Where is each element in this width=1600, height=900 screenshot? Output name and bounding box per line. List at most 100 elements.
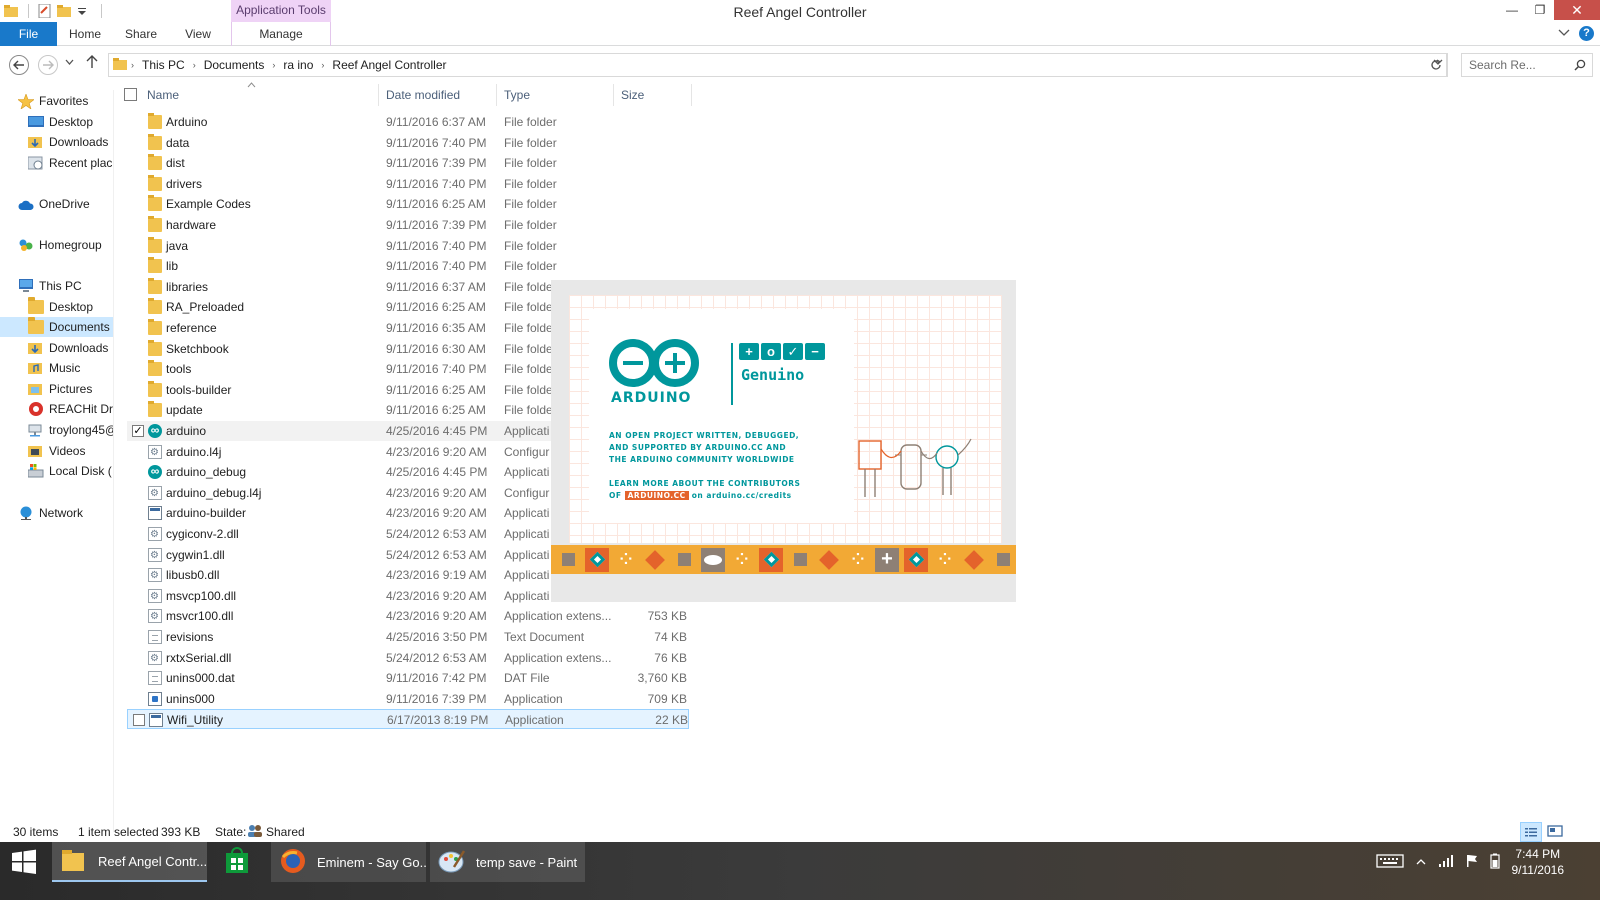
file-date-modified: 9/11/2016 6:25 AM bbox=[386, 300, 486, 315]
show-hidden-icons-chevron-icon[interactable] bbox=[1416, 855, 1426, 869]
nav-pc-troylong[interactable]: troylong45@ bbox=[28, 420, 113, 440]
back-button[interactable] bbox=[9, 55, 29, 75]
file-date-modified: 9/11/2016 6:30 AM bbox=[386, 341, 486, 356]
refresh-button[interactable] bbox=[1425, 53, 1447, 77]
installer-icon bbox=[148, 691, 162, 706]
nav-fav-downloads[interactable]: Downloads bbox=[28, 132, 108, 152]
column-header-name[interactable]: Name bbox=[140, 84, 379, 106]
nav-onedrive[interactable]: OneDrive bbox=[18, 194, 90, 214]
file-row[interactable]: unins000 9/11/2016 7:39 PM Application 709 … bbox=[127, 689, 689, 709]
file-name: arduino bbox=[166, 424, 207, 438]
file-name: drivers bbox=[166, 176, 203, 191]
nav-favorites[interactable]: Favorites bbox=[17, 91, 88, 111]
breadcrumb-chevron-icon[interactable]: › bbox=[131, 60, 134, 70]
nav-pc-documents[interactable]: Documents bbox=[0, 317, 113, 337]
forward-button[interactable] bbox=[38, 55, 58, 75]
search-input[interactable]: Search Re... bbox=[1461, 53, 1593, 77]
breadcrumb-chevron-icon[interactable]: › bbox=[193, 60, 196, 70]
address-bar[interactable]: › This PC › Documents › ra ino › Reef An… bbox=[108, 53, 1448, 77]
file-date-modified: 4/23/2016 9:20 AM bbox=[386, 444, 487, 459]
wifi-signal-icon[interactable] bbox=[1438, 854, 1454, 871]
row-checkbox[interactable] bbox=[133, 714, 145, 727]
file-row[interactable]: Example Codes 9/11/2016 6:25 AM File folde… bbox=[127, 194, 689, 214]
file-row[interactable]: revisions 4/25/2016 3:50 PM Text Document 7… bbox=[127, 627, 689, 647]
breadcrumb-chevron-icon[interactable]: › bbox=[272, 60, 275, 70]
file-row[interactable]: msvcr100.dll 4/23/2016 9:20 AM Application… bbox=[127, 606, 689, 627]
file-row[interactable]: dist 9/11/2016 7:39 PM File folder bbox=[127, 153, 689, 173]
nav-pc-videos[interactable]: Videos bbox=[28, 441, 85, 461]
nav-network[interactable]: Network bbox=[18, 503, 83, 523]
row-checkbox[interactable]: ✓ bbox=[132, 425, 144, 437]
nav-this-pc[interactable]: This PC bbox=[18, 276, 82, 296]
nav-pc-downloads[interactable]: Downloads bbox=[28, 338, 108, 358]
nav-pc-desktop[interactable]: Desktop bbox=[28, 297, 93, 317]
clock[interactable]: 7:44 PM 9/11/2016 bbox=[1512, 846, 1565, 878]
column-header-size[interactable]: Size bbox=[614, 84, 692, 106]
folder-icon[interactable] bbox=[4, 4, 20, 18]
tab-file[interactable]: File bbox=[0, 22, 57, 46]
nav-homegroup[interactable]: Homegroup bbox=[18, 235, 102, 255]
tab-view[interactable]: View bbox=[169, 22, 227, 46]
file-row[interactable]: unins000.dat 9/11/2016 7:42 PM DAT File 3,7… bbox=[127, 668, 689, 688]
search-icon[interactable] bbox=[1574, 59, 1586, 71]
tab-manage[interactable]: Manage bbox=[231, 22, 331, 46]
nav-fav-recent[interactable]: Recent plac bbox=[27, 153, 112, 173]
breadcrumb-ra-ino[interactable]: ra ino bbox=[283, 58, 313, 72]
up-button[interactable] bbox=[86, 55, 98, 73]
desktop-icon bbox=[28, 115, 44, 129]
document-icon bbox=[148, 671, 162, 686]
close-button[interactable]: ✕ bbox=[1554, 0, 1600, 20]
details-view-button[interactable] bbox=[1520, 822, 1542, 842]
expand-ribbon-chevron-icon[interactable] bbox=[1558, 26, 1570, 40]
start-button[interactable] bbox=[0, 842, 48, 882]
new-folder-icon[interactable] bbox=[57, 4, 73, 18]
file-row[interactable]: java 9/11/2016 7:40 PM File folder bbox=[127, 236, 689, 256]
file-row[interactable]: lib 9/11/2016 7:40 PM File folder bbox=[127, 256, 689, 276]
folder-icon bbox=[148, 319, 162, 335]
battery-icon[interactable] bbox=[1489, 853, 1500, 872]
customize-toolbar-icon[interactable] bbox=[77, 4, 93, 18]
taskbar-file-explorer[interactable]: Reef Angel Contr... bbox=[52, 842, 207, 882]
taskbar-paint[interactable]: temp save - Paint bbox=[430, 842, 585, 882]
file-name: arduino_debug.l4j bbox=[166, 485, 262, 500]
folder-icon bbox=[113, 57, 129, 74]
file-row[interactable]: Wifi_Utility 6/17/2013 8:19 PM Application… bbox=[127, 709, 689, 730]
breadcrumb-chevron-icon[interactable]: › bbox=[321, 60, 324, 70]
breadcrumb-reef-angel-controller[interactable]: Reef Angel Controller bbox=[332, 58, 446, 72]
help-icon[interactable]: ? bbox=[1579, 26, 1594, 41]
pattern-plus-icon: + bbox=[875, 547, 899, 572]
application-icon bbox=[148, 506, 162, 521]
breadcrumb-this-pc[interactable]: This PC bbox=[142, 58, 185, 72]
file-date-modified: 5/24/2012 6:53 AM bbox=[386, 547, 487, 562]
file-row[interactable]: rxtxSerial.dll 5/24/2012 6:53 AM Applicati… bbox=[127, 648, 689, 669]
breadcrumb-documents[interactable]: Documents bbox=[204, 58, 265, 72]
select-all-checkbox[interactable] bbox=[124, 88, 137, 101]
taskbar-firefox[interactable]: Eminem - Say Go... bbox=[271, 842, 426, 882]
tab-share[interactable]: Share bbox=[113, 22, 169, 46]
keyboard-icon[interactable] bbox=[1375, 853, 1404, 872]
file-row[interactable]: data 9/11/2016 7:40 PM File folder bbox=[127, 133, 689, 153]
nav-pc-music[interactable]: Music bbox=[28, 358, 80, 378]
file-name: Wifi_Utility bbox=[167, 713, 223, 728]
arduino-wordmark: ARDUINO bbox=[611, 390, 692, 406]
properties-icon[interactable] bbox=[37, 3, 53, 19]
nav-pc-pictures[interactable]: Pictures bbox=[28, 379, 92, 399]
nav-pc-reachit[interactable]: REACHit Dri bbox=[28, 399, 113, 419]
file-row[interactable]: Arduino 9/11/2016 6:37 AM File folder bbox=[127, 112, 689, 132]
settings-file-icon bbox=[148, 649, 162, 669]
nav-pc-local-disk[interactable]: Local Disk ( bbox=[27, 461, 112, 481]
windows-logo-icon bbox=[12, 849, 36, 874]
restore-button[interactable]: ❐ bbox=[1526, 0, 1554, 20]
action-center-flag-icon[interactable] bbox=[1466, 854, 1478, 871]
tab-home[interactable]: Home bbox=[57, 22, 113, 46]
minimize-button[interactable]: — bbox=[1498, 0, 1526, 20]
column-header-date-modified[interactable]: Date modified bbox=[379, 84, 497, 106]
recent-locations-chevron-icon[interactable] bbox=[65, 57, 74, 67]
nav-fav-desktop[interactable]: Desktop bbox=[28, 112, 93, 132]
column-header-type[interactable]: Type bbox=[497, 84, 614, 106]
pattern-diamond-icon bbox=[904, 547, 928, 572]
taskbar-store[interactable] bbox=[215, 842, 265, 882]
file-row[interactable]: hardware 9/11/2016 7:39 PM File folder bbox=[127, 215, 689, 235]
file-row[interactable]: drivers 9/11/2016 7:40 PM File folder bbox=[127, 174, 689, 194]
large-icons-view-button[interactable] bbox=[1545, 822, 1567, 842]
